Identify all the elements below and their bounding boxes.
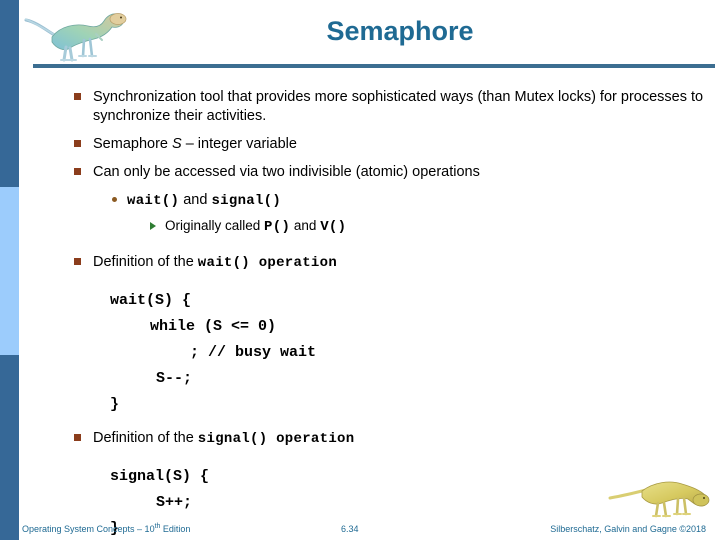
footer-edition-tail: Edition bbox=[160, 524, 191, 534]
sidebar-accent-middle bbox=[0, 187, 19, 355]
title-divider bbox=[33, 64, 715, 68]
bullet-text: Synchronization tool that provides more … bbox=[93, 89, 704, 124]
bullet-item-semaphore-variable: Semaphore S – integer variable bbox=[60, 135, 708, 154]
page-title: Semaphore bbox=[326, 16, 474, 46]
triangle-bullet-icon bbox=[150, 222, 156, 230]
conjunction-text: and bbox=[179, 192, 212, 208]
code-v-call: V() bbox=[320, 219, 347, 235]
conjunction-text: and bbox=[290, 218, 321, 233]
footer-book-main: Operating System Concepts – 10 bbox=[22, 524, 155, 534]
square-bullet-icon bbox=[74, 140, 81, 147]
bullet-text: Can only be accessed via two indivisible… bbox=[93, 164, 480, 180]
code-line-wait-close: } bbox=[110, 396, 120, 413]
bullet-item-atomic-operations: Can only be accessed via two indivisible… bbox=[60, 163, 708, 182]
dinosaur-logo-icon bbox=[608, 476, 712, 522]
bullet-item-wait-definition: Definition of the wait() operation bbox=[60, 253, 708, 273]
footer-slide-number: 6.34 bbox=[341, 524, 359, 534]
footer-copyright: Silberschatz, Galvin and Gagne ©2018 bbox=[550, 524, 706, 534]
code-line-while: while (S <= 0) bbox=[150, 318, 277, 335]
sidebar-accent-top bbox=[0, 0, 19, 187]
code-line-decrement: S--; bbox=[156, 370, 193, 387]
bullet-item-synchronization-tool: Synchronization tool that provides more … bbox=[60, 88, 708, 126]
code-p-call: P() bbox=[264, 219, 291, 235]
square-bullet-icon bbox=[74, 434, 81, 441]
slide-body: Synchronization tool that provides more … bbox=[60, 88, 708, 540]
bullet-item-signal-definition: Definition of the signal() operation bbox=[60, 429, 708, 449]
semaphore-variable-name: S bbox=[172, 136, 182, 152]
sub-sub-bullet-original-names: Originally called P() and V() bbox=[60, 217, 708, 236]
square-bullet-icon bbox=[74, 168, 81, 175]
code-line-busy-wait: ; // busy wait bbox=[190, 344, 317, 361]
bullet-text-suffix: – integer variable bbox=[181, 136, 297, 152]
slide-canvas: Semaphore Synchronization tool that prov… bbox=[0, 0, 720, 540]
code-wait-call: wait() bbox=[127, 193, 180, 209]
code-signal-call: signal() bbox=[211, 193, 282, 209]
bullet-text-prefix: Originally called bbox=[165, 218, 265, 233]
round-bullet-icon bbox=[112, 197, 117, 202]
square-bullet-icon bbox=[74, 93, 81, 100]
bullet-text-prefix: Semaphore bbox=[93, 136, 172, 152]
bullet-text-prefix: Definition of the bbox=[93, 430, 198, 446]
dinosaur-logo-icon bbox=[22, 4, 132, 62]
square-bullet-icon bbox=[74, 258, 81, 265]
bullet-text-prefix: Definition of the bbox=[93, 254, 198, 270]
footer-book-title: Operating System Concepts – 10th Edition bbox=[22, 523, 190, 534]
code-signal-operation: signal() operation bbox=[197, 431, 355, 447]
code-line-wait-signature: wait(S) { bbox=[110, 292, 192, 309]
code-wait-operation: wait() operation bbox=[197, 255, 338, 271]
sidebar-accent-bottom bbox=[0, 355, 19, 540]
sub-bullet-wait-signal: wait() and signal() bbox=[60, 191, 708, 211]
